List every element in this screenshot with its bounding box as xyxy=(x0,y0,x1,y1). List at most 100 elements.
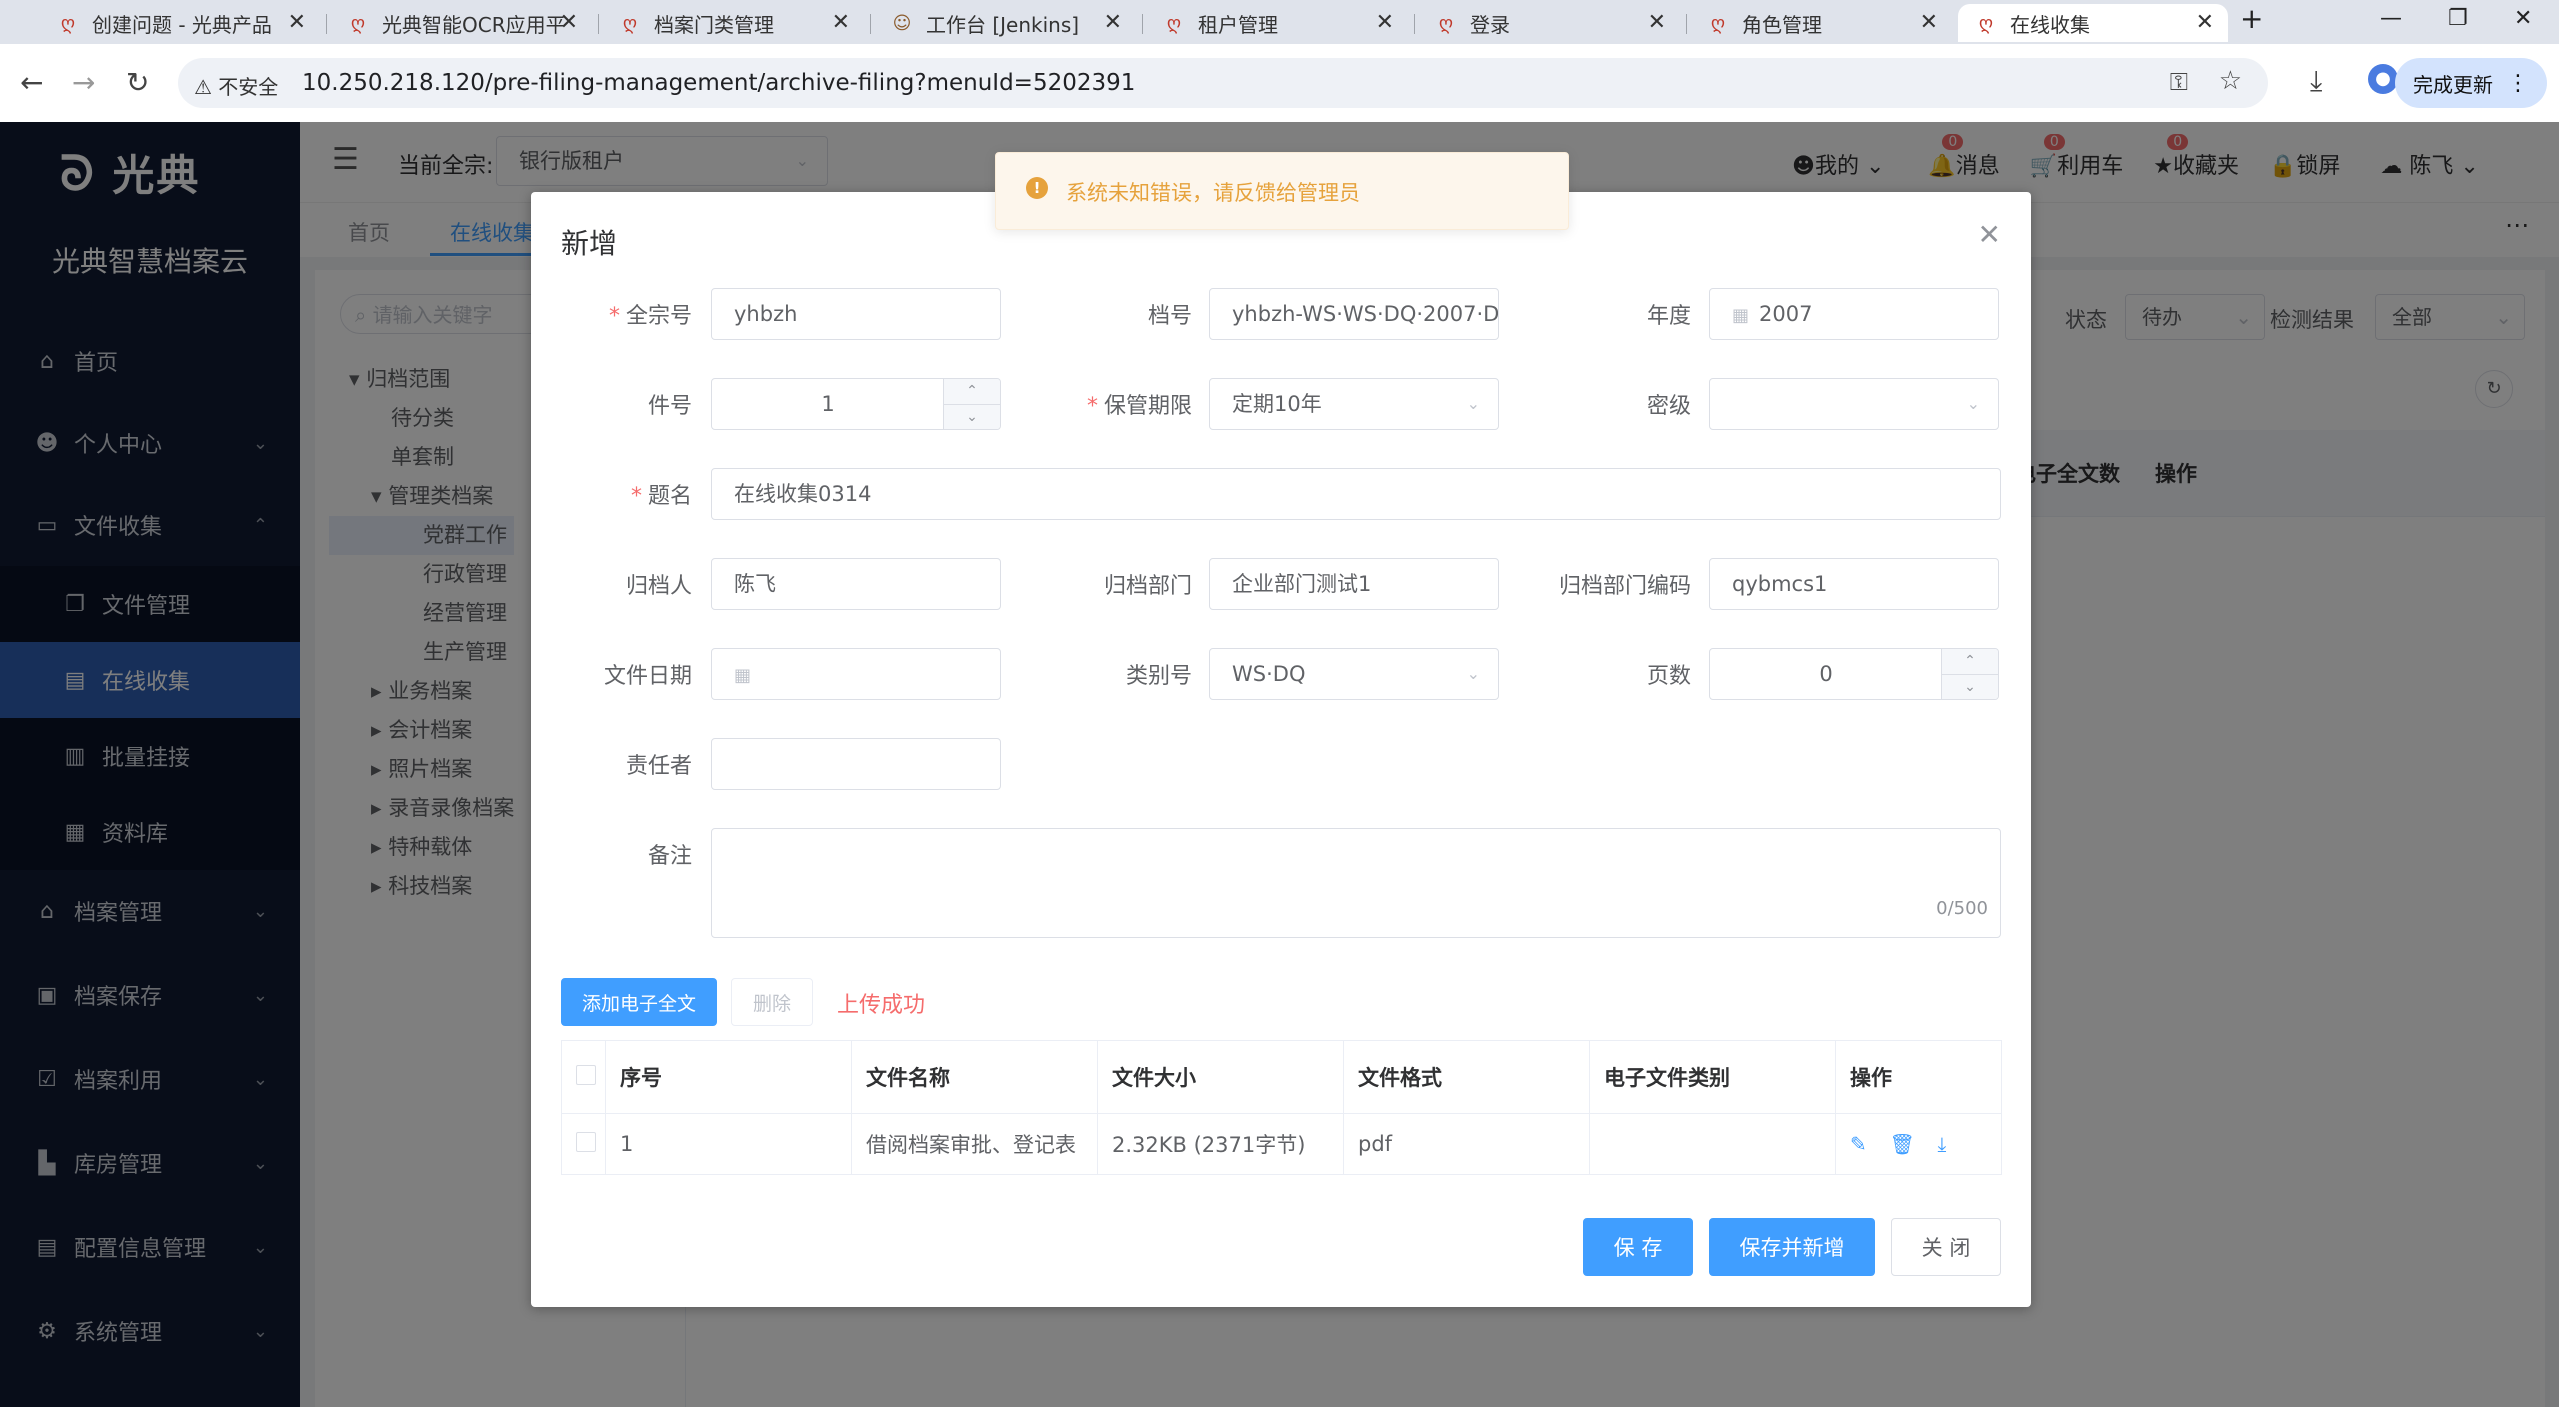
select-all-checkbox[interactable] xyxy=(576,1064,596,1085)
dept-input[interactable]: 企业部门测试1 xyxy=(1209,558,1499,610)
close-button[interactable]: 关 闭 xyxy=(1891,1218,2001,1276)
stepper-down-icon[interactable]: ⌄ xyxy=(1942,675,1998,699)
key-icon[interactable]: ⚿ xyxy=(2170,68,2188,96)
edit-icon[interactable]: ✎ xyxy=(1850,1132,1867,1156)
window-close-icon[interactable]: ✕ xyxy=(2514,6,2532,31)
cell-file-name: 借阅档案审批、登记表 xyxy=(851,1113,1098,1175)
stepper-down-icon[interactable]: ⌄ xyxy=(944,405,1000,429)
tab-close-icon[interactable]: ✕ xyxy=(1376,10,1394,35)
tab-close-icon[interactable]: ✕ xyxy=(1648,10,1666,35)
site-favicon-icon: ღ xyxy=(1438,12,1454,34)
archive-no-input[interactable]: yhbzh-WS·WS·DQ·2007·D xyxy=(1209,288,1499,340)
remark-counter: 0/500 xyxy=(1936,898,1988,919)
stepper-up-icon[interactable]: ⌃ xyxy=(1942,649,1998,675)
browser-tab[interactable]: ღ 创建问题 - 光典产品 ✕ xyxy=(40,4,320,42)
tab-close-icon[interactable]: ✕ xyxy=(2196,10,2214,35)
cell-file-size: 2.32KB (2371字节) xyxy=(1097,1113,1344,1175)
browser-tab-title: 创建问题 - 光典产品 xyxy=(92,12,272,37)
address-bar: ← → ↻ ⚠ 不安全 10.250.218.120/pre-filing-ma… xyxy=(0,44,2559,123)
trash-icon[interactable]: 🗑 xyxy=(1889,1132,1914,1156)
label-text: 年度 xyxy=(1646,304,1691,329)
responsible-input[interactable] xyxy=(711,738,1001,790)
field-label-remark: 备注 xyxy=(552,838,692,870)
url-box[interactable]: ⚠ 不安全 10.250.218.120/pre-filing-manageme… xyxy=(178,58,2268,108)
save-button[interactable]: 保 存 xyxy=(1583,1218,1693,1276)
tab-close-icon[interactable]: ✕ xyxy=(832,10,850,35)
label-text: 文件日期 xyxy=(603,664,692,689)
url-text[interactable]: 10.250.218.120/pre-filing-management/arc… xyxy=(302,70,1135,96)
new-tab-icon[interactable]: + xyxy=(2240,2,2263,35)
browser-tab[interactable]: ღ 角色管理 ✕ xyxy=(1690,4,1952,42)
remark-textarea[interactable]: 0/500 xyxy=(711,828,2001,938)
insecure-indicator[interactable]: ⚠ 不安全 xyxy=(194,71,278,100)
back-icon[interactable]: ← xyxy=(20,66,43,99)
tab-close-icon[interactable]: ✕ xyxy=(1920,10,1938,35)
browser-tab[interactable]: ღ 租户管理 ✕ xyxy=(1146,4,1408,42)
field-label-pages: 页数 xyxy=(1551,658,1691,690)
file-date-picker[interactable]: ▦ xyxy=(711,648,1001,700)
row-select-cell[interactable] xyxy=(561,1113,606,1175)
field-label-secret-level: 密级 xyxy=(1551,388,1691,420)
tab-close-icon[interactable]: ✕ xyxy=(560,10,578,35)
browser-tab-active[interactable]: ღ 在线收集 ✕ xyxy=(1958,4,2228,42)
label-text: 保管期限 xyxy=(1103,394,1192,419)
item-no-stepper[interactable]: 1 ⌃ ⌄ xyxy=(711,378,1001,430)
site-favicon-icon: ღ xyxy=(350,12,366,34)
calendar-icon: ▦ xyxy=(734,665,752,686)
add-efile-button[interactable]: 添加电子全文 xyxy=(561,978,717,1026)
category-value: WS·DQ xyxy=(1232,662,1306,686)
column-header: 文件格式 xyxy=(1343,1040,1590,1114)
profile-avatar-icon[interactable]: ● xyxy=(2368,64,2398,94)
dialog-title: 新增 xyxy=(561,227,618,260)
browser-tab[interactable]: ღ 登录 ✕ xyxy=(1418,4,1680,42)
filer-input[interactable]: 陈飞 xyxy=(711,558,1001,610)
stepper-controls: ⌃ ⌄ xyxy=(1941,649,1998,699)
column-header: 文件大小 xyxy=(1097,1040,1344,1114)
retention-select[interactable]: 定期10年 ⌄ xyxy=(1209,378,1499,430)
category-select[interactable]: WS·DQ ⌄ xyxy=(1209,648,1499,700)
chevron-down-icon: ⌄ xyxy=(1466,394,1480,413)
chevron-down-icon: ⌄ xyxy=(1966,394,1980,413)
delete-button[interactable]: 删除 xyxy=(731,978,813,1026)
dept-code-input[interactable]: qybmcs1 xyxy=(1709,558,1999,610)
update-button[interactable]: 完成更新 ⋮ xyxy=(2395,58,2547,108)
year-picker[interactable]: ▦ 2007 xyxy=(1709,288,1999,340)
stepper-up-icon[interactable]: ⌃ xyxy=(944,379,1000,405)
row-checkbox[interactable] xyxy=(576,1131,596,1152)
browser-tab-title: 工作台 [Jenkins] xyxy=(926,12,1080,37)
label-text: 备注 xyxy=(647,844,692,869)
tab-close-icon[interactable]: ✕ xyxy=(288,10,306,35)
save-and-new-button[interactable]: 保存并新增 xyxy=(1709,1218,1875,1276)
browser-tab-title: 登录 xyxy=(1470,12,1510,37)
bookmark-star-icon[interactable]: ☆ xyxy=(2219,66,2242,96)
label-text: 密级 xyxy=(1646,394,1691,419)
tab-close-icon[interactable]: ✕ xyxy=(1104,10,1122,35)
select-all-cell[interactable] xyxy=(561,1040,606,1114)
pages-stepper[interactable]: 0 ⌃ ⌄ xyxy=(1709,648,1999,700)
download-icon[interactable]: ⤓ xyxy=(2310,64,2322,98)
close-icon[interactable]: ✕ xyxy=(1978,218,2001,251)
table-header-row: 序号 文件名称 文件大小 文件格式 电子文件类别 操作 xyxy=(561,1040,2002,1114)
efile-table: 序号 文件名称 文件大小 文件格式 电子文件类别 操作 1 借阅档案审批、登记表… xyxy=(561,1040,2002,1175)
restore-icon[interactable]: ❐ xyxy=(2448,6,2468,31)
field-label-archive-no: 档号 xyxy=(1052,298,1192,330)
secret-level-select[interactable]: ⌄ xyxy=(1709,378,1999,430)
browser-tab[interactable]: ღ 档案门类管理 ✕ xyxy=(602,4,864,42)
browser-tab[interactable]: ღ 光典智能OCR应用平 ✕ xyxy=(330,4,592,42)
title-input[interactable]: 在线收集0314 xyxy=(711,468,2001,520)
fonds-no-input[interactable]: yhbzh xyxy=(711,288,1001,340)
field-label-dept: 归档部门 xyxy=(1052,568,1192,600)
field-label-fonds-no: * 全宗号 xyxy=(608,304,692,329)
browser-tab[interactable]: ☺ 工作台 [Jenkins] ✕ xyxy=(874,4,1136,42)
browser-tab-title: 档案门类管理 xyxy=(654,12,774,37)
minimize-icon[interactable]: — xyxy=(2380,6,2402,31)
reload-icon[interactable]: ↻ xyxy=(126,66,149,99)
browser-tab-title: 在线收集 xyxy=(2010,12,2090,37)
field-label-title: * 题名 xyxy=(630,484,692,509)
jenkins-favicon-icon: ☺ xyxy=(892,12,912,34)
forward-icon[interactable]: → xyxy=(72,66,95,99)
table-row: 1 借阅档案审批、登记表 2.32KB (2371字节) pdf ✎ 🗑 ⤓ xyxy=(561,1113,2002,1175)
browser-tab-title: 光典智能OCR应用平 xyxy=(382,12,566,37)
download-icon[interactable]: ⤓ xyxy=(1938,1132,1947,1156)
column-header: 电子文件类别 xyxy=(1589,1040,1836,1114)
